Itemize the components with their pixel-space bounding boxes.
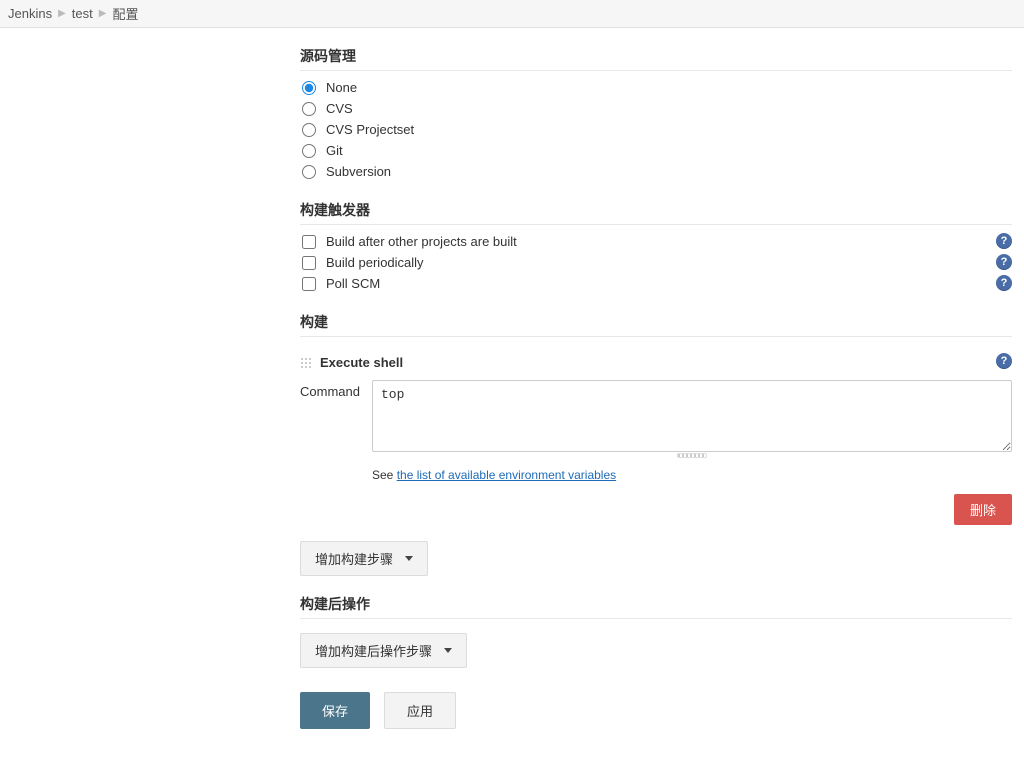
textarea-resize-handle-icon[interactable] [677,453,707,458]
scm-label-none[interactable]: None [326,80,357,95]
build-step-execute-shell: Execute shell ? Command See the list of … [300,351,1012,525]
delete-step-button[interactable]: 删除 [954,494,1012,525]
trigger-check-poll-scm[interactable] [302,277,316,291]
help-icon[interactable]: ? [996,275,1012,291]
help-icon[interactable]: ? [996,353,1012,369]
scm-radio-none[interactable] [302,81,316,95]
scm-label-cvsprojectset[interactable]: CVS Projectset [326,122,414,137]
trigger-check-periodic[interactable] [302,256,316,270]
triggers-section-title: 构建触发器 [300,200,1012,220]
add-post-build-dropdown[interactable]: 增加构建后操作步骤 [300,633,467,668]
config-form: 源码管理 None CVS CVS Projectset Git Subvers… [0,46,1024,759]
breadcrumb-jenkins[interactable]: Jenkins [8,6,52,21]
help-icon[interactable]: ? [996,233,1012,249]
scm-label-git[interactable]: Git [326,143,343,158]
drag-handle-icon[interactable] [300,357,312,369]
post-build-section-title: 构建后操作 [300,594,1012,614]
scm-radio-cvsprojectset[interactable] [302,123,316,137]
env-note-prefix: See [372,468,397,482]
breadcrumb-sep-icon: ▶ [99,8,107,19]
scm-section-title: 源码管理 [300,46,1012,66]
trigger-label-periodic[interactable]: Build periodically [326,255,424,270]
env-note: See the list of available environment va… [372,468,1012,482]
breadcrumb-test[interactable]: test [72,6,93,21]
breadcrumb-sep-icon: ▶ [58,8,66,19]
save-button[interactable]: 保存 [300,692,370,729]
divider [300,70,1012,71]
divider [300,618,1012,619]
trigger-check-after-other[interactable] [302,235,316,249]
breadcrumb-config[interactable]: 配置 [112,4,138,23]
build-section-title: 构建 [300,312,1012,332]
add-post-build-label: 增加构建后操作步骤 [315,641,432,660]
scm-label-cvs[interactable]: CVS [326,101,353,116]
chevron-down-icon [405,556,413,561]
trigger-label-after-other[interactable]: Build after other projects are built [326,234,517,249]
scm-radio-cvs[interactable] [302,102,316,116]
chevron-down-icon [444,648,452,653]
env-vars-link[interactable]: the list of available environment variab… [397,468,616,482]
help-icon[interactable]: ? [996,254,1012,270]
command-textarea[interactable] [372,380,1012,452]
scm-radio-subversion[interactable] [302,165,316,179]
trigger-label-poll-scm[interactable]: Poll SCM [326,276,380,291]
scm-label-subversion[interactable]: Subversion [326,164,391,179]
build-step-title: Execute shell [320,355,403,370]
scm-radio-git[interactable] [302,144,316,158]
divider [300,336,1012,337]
apply-button[interactable]: 应用 [384,692,456,729]
breadcrumb: Jenkins ▶ test ▶ 配置 [0,0,1024,28]
divider [300,224,1012,225]
add-build-step-label: 增加构建步骤 [315,549,393,568]
command-label: Command [300,380,362,399]
add-build-step-dropdown[interactable]: 增加构建步骤 [300,541,428,576]
